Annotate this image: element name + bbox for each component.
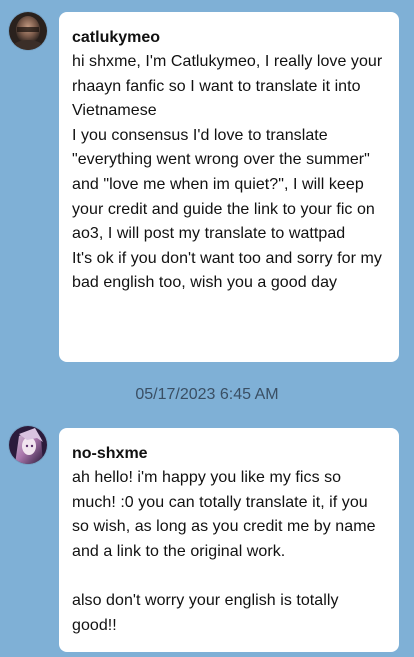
sender-name[interactable]: catlukymeo — [72, 26, 387, 50]
avatar[interactable] — [9, 426, 47, 464]
user-avatar-icon — [9, 12, 47, 50]
message-bubble: no-shxme ah hello! i'm happy you like my… — [59, 428, 399, 652]
user-avatar-icon — [9, 426, 47, 464]
message-text: ah hello! i'm happy you like my fics so … — [72, 469, 376, 634]
chat-thread: catlukymeo hi shxme, I'm Catlukymeo, I r… — [0, 0, 414, 657]
message-bubble: catlukymeo hi shxme, I'm Catlukymeo, I r… — [59, 12, 399, 362]
sender-name[interactable]: no-shxme — [72, 442, 387, 466]
message-timestamp: 05/17/2023 6:45 AM — [135, 386, 279, 403]
message-text: hi shxme, I'm Catlukymeo, I really love … — [72, 53, 383, 292]
avatar[interactable] — [9, 12, 47, 50]
